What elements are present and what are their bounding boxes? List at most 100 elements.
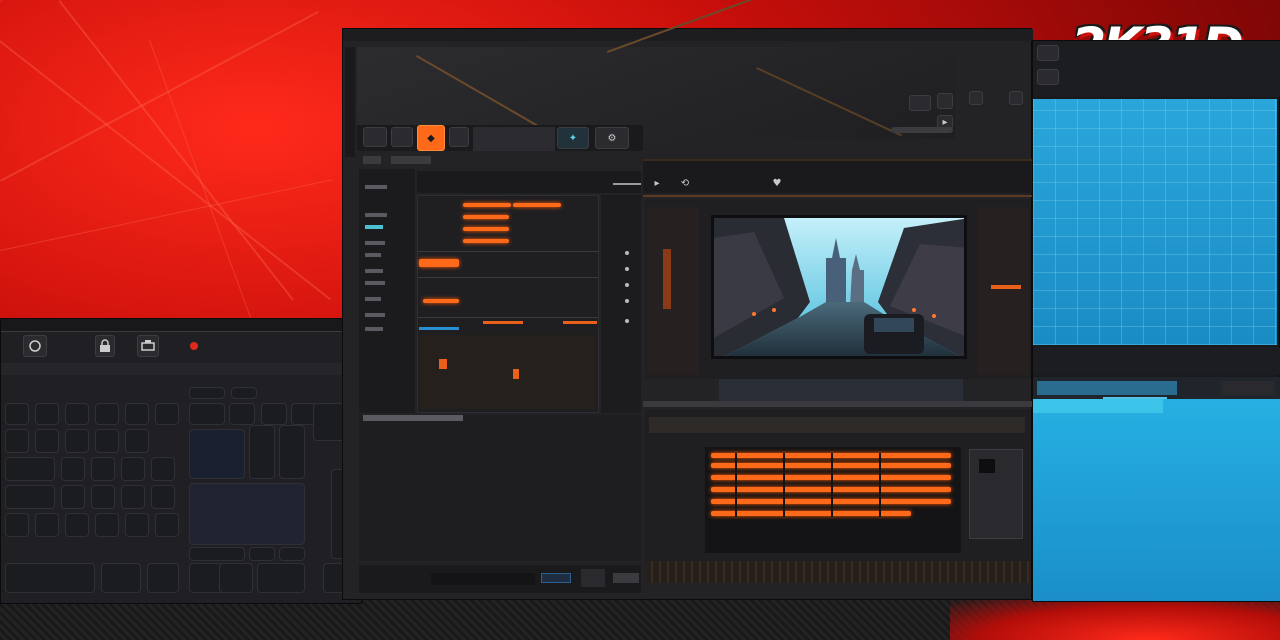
key[interactable] — [155, 403, 179, 425]
expand-icon[interactable] — [969, 91, 983, 105]
outliner-row[interactable] — [365, 269, 383, 273]
keyboard-window — [0, 318, 363, 604]
key[interactable] — [5, 403, 29, 425]
preview-side — [977, 207, 1029, 375]
key[interactable] — [189, 547, 245, 561]
key[interactable] — [95, 429, 119, 453]
key[interactable] — [65, 403, 89, 425]
expand-icon[interactable] — [1009, 91, 1023, 105]
outliner-row[interactable] — [365, 241, 385, 245]
camera-icon[interactable] — [23, 335, 47, 357]
top-right-slider[interactable] — [891, 127, 953, 133]
canvas-tab[interactable] — [1037, 381, 1177, 395]
key[interactable] — [249, 425, 275, 479]
timeline-gridline — [417, 251, 599, 252]
grid-icon[interactable] — [1037, 69, 1059, 85]
key[interactable] — [61, 485, 85, 509]
key[interactable] — [249, 547, 275, 561]
key[interactable] — [279, 425, 305, 479]
game-preview-image — [711, 215, 967, 359]
thumbnail-icon[interactable] — [909, 95, 931, 111]
outliner-row[interactable] — [365, 281, 385, 285]
sub-tab[interactable] — [391, 156, 431, 164]
node-icon[interactable] — [449, 127, 469, 147]
key[interactable] — [121, 457, 145, 481]
select-icon[interactable] — [363, 127, 387, 147]
key[interactable] — [155, 513, 179, 537]
key[interactable] — [91, 485, 115, 509]
outliner-row[interactable] — [365, 213, 387, 217]
paint-icon[interactable]: ✦ — [557, 127, 589, 149]
key[interactable] — [189, 387, 225, 399]
thumbnail-icon[interactable] — [1037, 45, 1059, 61]
marker-icon[interactable]: ♥ — [771, 177, 783, 189]
key[interactable] — [125, 429, 149, 453]
key[interactable] — [279, 547, 305, 561]
key[interactable] — [189, 403, 225, 425]
key[interactable] — [35, 513, 59, 537]
key[interactable] — [65, 513, 89, 537]
key[interactable] — [147, 563, 179, 593]
key[interactable] — [125, 403, 149, 425]
key[interactable] — [5, 485, 55, 509]
timeline-gridline — [417, 317, 599, 318]
keyboard-3d-gap — [879, 453, 881, 517]
key[interactable] — [95, 403, 119, 425]
key[interactable] — [95, 513, 119, 537]
brush-icon[interactable] — [391, 127, 413, 147]
outliner-row[interactable] — [365, 253, 381, 257]
key[interactable] — [189, 429, 245, 479]
timeline-orange-track — [483, 321, 523, 324]
status-field[interactable] — [431, 573, 535, 585]
lower-panel-label — [363, 415, 463, 421]
key[interactable] — [261, 403, 287, 425]
lock-icon[interactable] — [95, 335, 115, 357]
record-icon[interactable] — [187, 339, 201, 353]
key[interactable] — [35, 429, 59, 453]
print-icon[interactable] — [137, 335, 159, 357]
outliner-row[interactable] — [365, 185, 387, 189]
outliner-row[interactable] — [365, 313, 385, 317]
key[interactable] — [5, 457, 55, 481]
key[interactable] — [151, 457, 175, 481]
key[interactable] — [5, 563, 95, 593]
key[interactable] — [91, 457, 115, 481]
property-dot[interactable] — [625, 267, 629, 271]
outliner-row[interactable] — [365, 297, 381, 301]
key[interactable] — [61, 457, 85, 481]
outliner-row[interactable] — [365, 225, 383, 229]
sub-tab[interactable] — [363, 156, 381, 164]
status-button[interactable] — [613, 573, 639, 583]
color-icon[interactable]: ◆ — [417, 125, 445, 151]
play-icon[interactable]: ▸ — [651, 177, 663, 189]
property-dot[interactable] — [625, 319, 629, 323]
key[interactable] — [121, 485, 145, 509]
key[interactable] — [65, 429, 89, 453]
canvas-tab[interactable] — [1221, 381, 1275, 395]
property-dot[interactable] — [625, 299, 629, 303]
outliner-row[interactable] — [365, 327, 383, 331]
settings-icon[interactable]: ⚙ — [595, 127, 629, 149]
key[interactable] — [101, 563, 141, 593]
key[interactable] — [231, 387, 257, 399]
key[interactable] — [229, 403, 255, 425]
key[interactable] — [151, 485, 175, 509]
blue-canvas[interactable] — [1033, 99, 1277, 345]
status-button[interactable] — [541, 573, 571, 583]
key[interactable] — [35, 403, 59, 425]
key[interactable] — [5, 513, 29, 537]
grid-icon[interactable] — [937, 93, 953, 109]
property-dot[interactable] — [625, 251, 629, 255]
timeline-blue-track — [419, 327, 459, 330]
key[interactable] — [257, 563, 305, 593]
status-button[interactable] — [581, 569, 605, 587]
timeline-orange-track — [463, 239, 509, 243]
refresh-icon[interactable]: ⟲ — [679, 177, 691, 189]
key[interactable] — [219, 563, 253, 593]
preview-header-line — [643, 195, 1033, 197]
key[interactable] — [189, 483, 305, 545]
property-dot[interactable] — [625, 283, 629, 287]
key[interactable] — [5, 429, 29, 453]
key[interactable] — [125, 513, 149, 537]
preview-header — [643, 159, 1033, 193]
